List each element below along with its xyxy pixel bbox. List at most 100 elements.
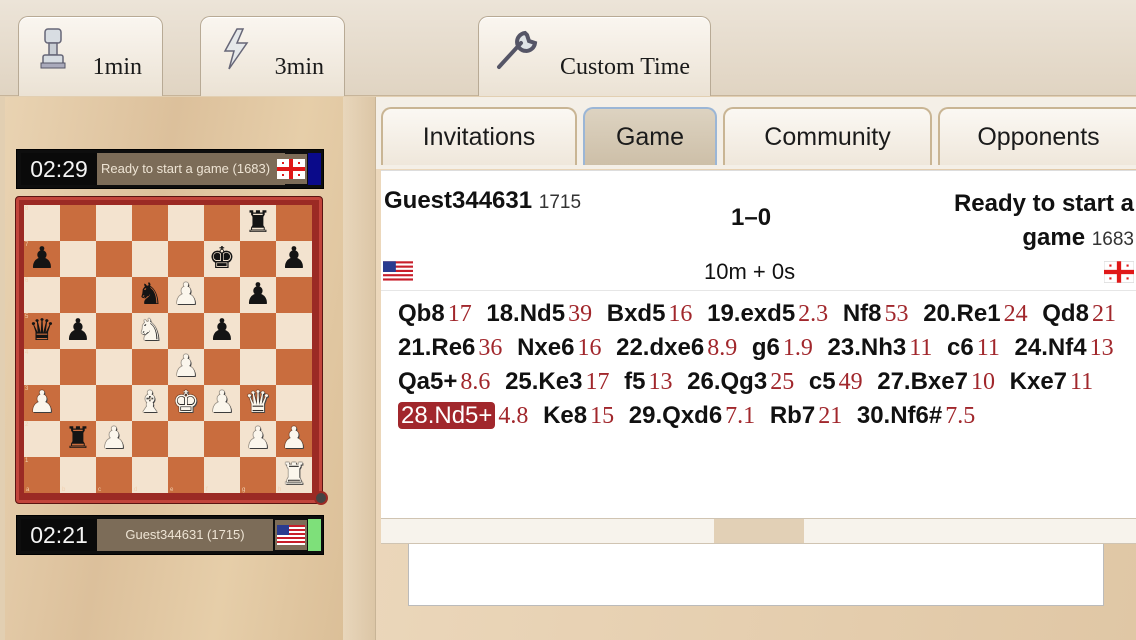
black-king-icon[interactable]: ♚ (209, 241, 236, 277)
board-square[interactable]: ♟ (276, 241, 312, 277)
board-square[interactable]: ♜ (60, 421, 96, 457)
splitter-handle[interactable] (714, 519, 804, 543)
move[interactable]: Rb7 (770, 402, 815, 429)
move[interactable]: 23.Nh3 (828, 334, 907, 361)
board-square[interactable]: ♟ (96, 421, 132, 457)
move[interactable]: 21.Re6 (398, 334, 475, 361)
board-square[interactable]: ♚ (204, 241, 240, 277)
board-square[interactable]: b (60, 457, 96, 493)
move[interactable]: Qa5+ (398, 368, 457, 395)
board-square[interactable]: 4 (24, 349, 60, 385)
board-square[interactable]: 1a (24, 457, 60, 493)
move[interactable]: f5 (624, 368, 645, 395)
white-pawn-icon[interactable]: ♟ (101, 421, 128, 457)
board-square[interactable]: g (240, 457, 276, 493)
move[interactable]: Bxd5 (607, 300, 666, 327)
three-minute-button[interactable]: 3min (200, 16, 345, 96)
board-square[interactable]: 7 ♟ (24, 241, 60, 277)
board-square[interactable] (240, 349, 276, 385)
board-square[interactable] (204, 205, 240, 241)
custom-time-button[interactable]: Custom Time (478, 16, 711, 96)
move[interactable]: c6 (947, 334, 974, 361)
board-square[interactable]: ♟ (168, 277, 204, 313)
board-square[interactable] (96, 385, 132, 421)
board-handle[interactable] (314, 491, 328, 505)
board-square[interactable]: ♝ (132, 385, 168, 421)
board-square[interactable]: ♞ (132, 277, 168, 313)
board-square[interactable]: e (168, 457, 204, 493)
board-square[interactable] (240, 241, 276, 277)
move[interactable]: 22.dxe6 (616, 334, 704, 361)
move[interactable]: 20.Re1 (923, 300, 1000, 327)
board-square[interactable] (168, 421, 204, 457)
board-square[interactable]: ♟ (60, 313, 96, 349)
tab-community[interactable]: Community (723, 107, 932, 165)
black-pawn-icon[interactable]: ♟ (281, 241, 308, 277)
board-square[interactable] (276, 205, 312, 241)
board-square[interactable] (132, 349, 168, 385)
white-pawn-icon[interactable]: ♟ (29, 385, 56, 421)
board-square[interactable] (132, 241, 168, 277)
board-square[interactable] (240, 313, 276, 349)
board-square[interactable] (132, 205, 168, 241)
board-square[interactable] (204, 349, 240, 385)
board-square[interactable] (96, 277, 132, 313)
tab-opponents[interactable]: Opponents (938, 107, 1136, 165)
board-square[interactable]: 2 (24, 421, 60, 457)
move[interactable]: 19.exd5 (707, 300, 795, 327)
move[interactable]: 29.Qxd6 (629, 402, 722, 429)
board-square[interactable]: 5 ♛ (24, 313, 60, 349)
board-square[interactable]: ♟ (204, 313, 240, 349)
board-square[interactable] (60, 385, 96, 421)
pane-splitter[interactable] (381, 518, 1136, 544)
board-square[interactable]: 8 (24, 205, 60, 241)
board-square[interactable]: 3 ♟ (24, 385, 60, 421)
white-queen-icon[interactable]: ♛ (245, 385, 272, 421)
board-square[interactable] (276, 349, 312, 385)
white-knight-icon[interactable]: ♞ (137, 313, 164, 349)
board-square[interactable]: ♟ (204, 385, 240, 421)
board-square[interactable]: ♟ (240, 277, 276, 313)
board-square[interactable] (204, 277, 240, 313)
board-square[interactable] (168, 313, 204, 349)
white-pawn-icon[interactable]: ♟ (281, 421, 308, 457)
board-square[interactable]: f (204, 457, 240, 493)
black-rook-icon[interactable]: ♜ (245, 205, 272, 241)
move[interactable]: Nf8 (843, 300, 882, 327)
board-square[interactable] (60, 349, 96, 385)
board-square[interactable] (96, 313, 132, 349)
board-square[interactable]: ♟ (240, 421, 276, 457)
tab-game[interactable]: Game (583, 107, 717, 165)
board-grid[interactable]: 8 ♜ 7 ♟ ♚ ♟ 6 ♞ ♟ ♟ 5 ♛ ♟ ♞ ♟ 4 ♟ 3 ♟ ♝ ♚ ♟ ♛ 2 ♜ ♟ ♟ ♟ 1 a b c d e f g h ♜ (24, 205, 312, 493)
one-minute-button[interactable]: 1min (18, 16, 163, 96)
move[interactable]: 24.Nf4 (1015, 334, 1087, 361)
board-square[interactable] (276, 385, 312, 421)
move[interactable]: Qd8 (1042, 300, 1089, 327)
board-square[interactable]: ♛ (240, 385, 276, 421)
black-queen-icon[interactable]: ♛ (29, 313, 56, 349)
move-list[interactable]: Qb8 17 18.Nd5 39 Bxd5 16 19.exd5 2.3 Nf8 53 2… (381, 290, 1136, 518)
black-pawn-icon[interactable]: ♟ (245, 277, 272, 313)
board-square[interactable]: d (132, 457, 168, 493)
move[interactable]: 27.Bxe7 (877, 368, 968, 395)
board-square[interactable] (96, 349, 132, 385)
board-square[interactable]: h ♜ (276, 457, 312, 493)
white-rook-icon[interactable]: ♜ (281, 457, 308, 493)
board-square[interactable] (276, 313, 312, 349)
current-move[interactable]: 28.Nd5+ (398, 402, 496, 429)
board-square[interactable]: c (96, 457, 132, 493)
board-square[interactable]: ♜ (240, 205, 276, 241)
black-pawn-icon[interactable]: ♟ (209, 313, 236, 349)
board-square[interactable]: ♚ (168, 385, 204, 421)
move[interactable]: Ke8 (543, 402, 587, 429)
white-pawn-icon[interactable]: ♟ (173, 277, 200, 313)
board-square[interactable] (204, 421, 240, 457)
board-square[interactable]: ♞ (132, 313, 168, 349)
chat-box[interactable] (408, 544, 1104, 606)
board-square[interactable]: ♟ (168, 349, 204, 385)
black-knight-icon[interactable]: ♞ (137, 277, 164, 313)
move[interactable]: Nxe6 (517, 334, 574, 361)
black-pawn-icon[interactable]: ♟ (65, 313, 92, 349)
tab-invitations[interactable]: Invitations (381, 107, 577, 165)
white-king-icon[interactable]: ♚ (173, 385, 200, 421)
